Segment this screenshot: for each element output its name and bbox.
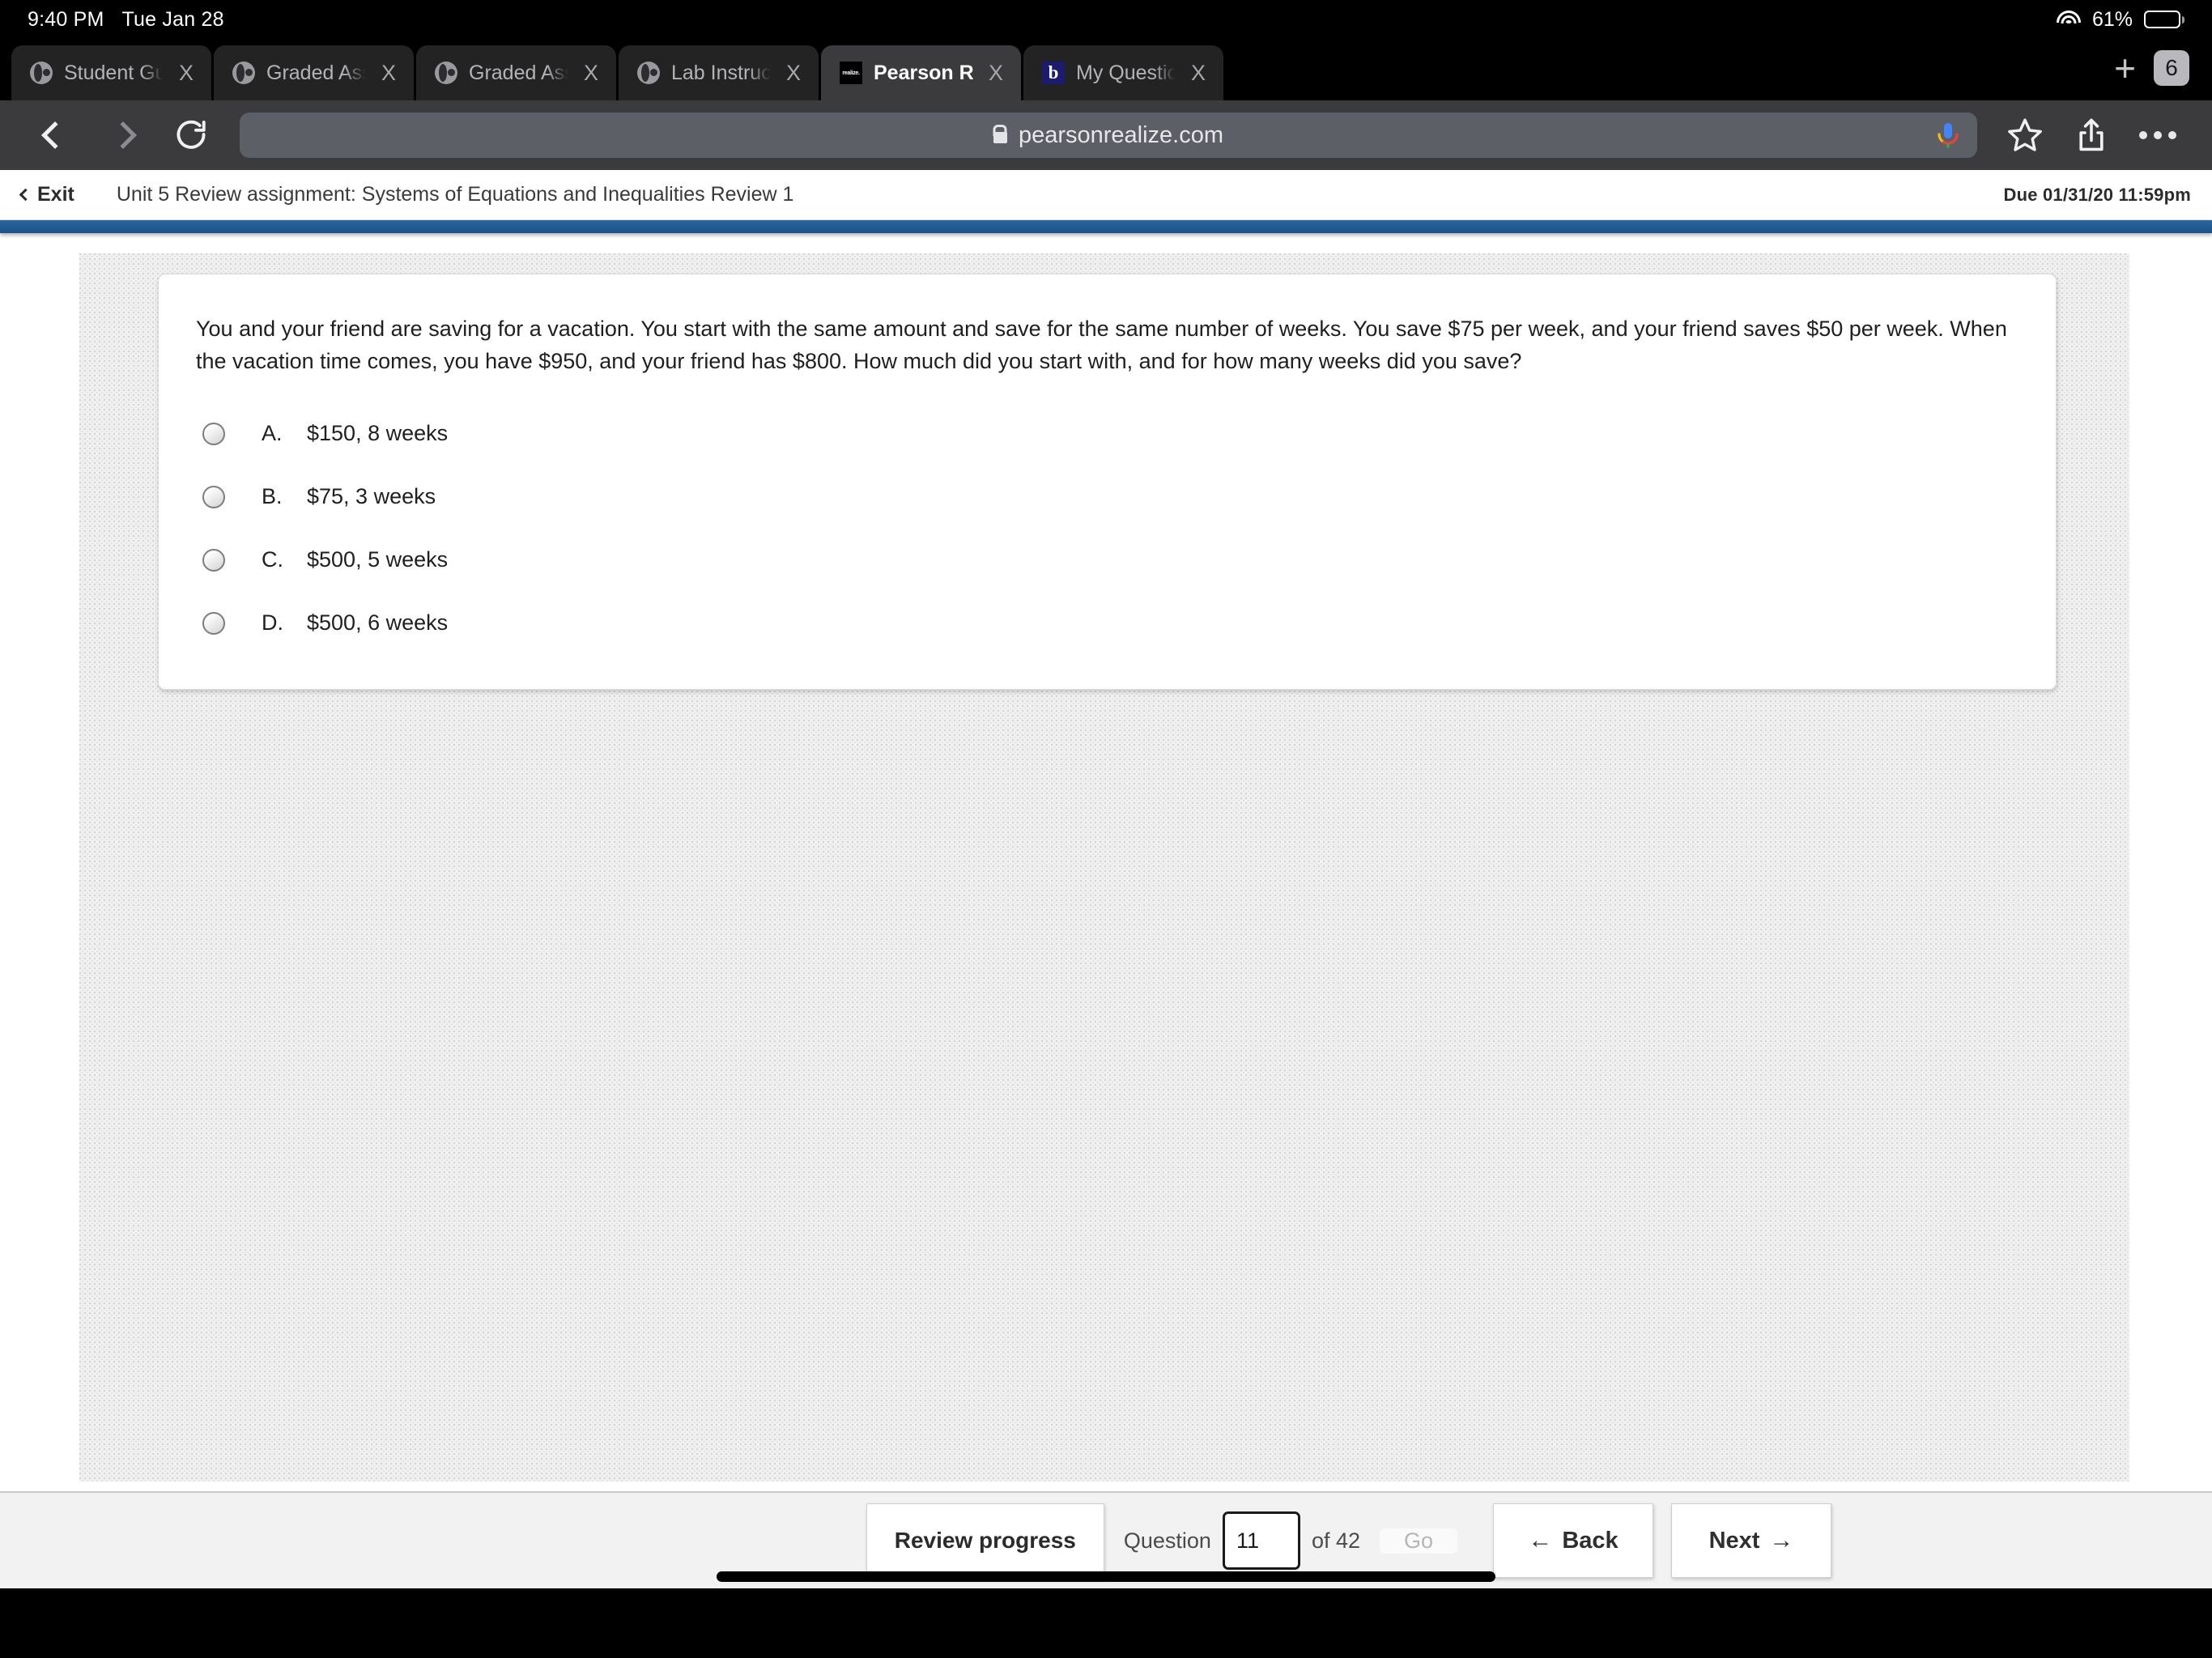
- arrow-right-icon: →: [1769, 1527, 1794, 1554]
- browser-tab-2[interactable]: Graded Assignment - X: [214, 45, 414, 100]
- choice-text: $75, 3 weeks: [307, 484, 436, 509]
- tab-title: Student Guide: Labor: [64, 61, 164, 84]
- status-time: 9:40 PM: [28, 7, 104, 31]
- question-number-input[interactable]: 11: [1222, 1511, 1300, 1570]
- globe-icon: [434, 61, 458, 85]
- choice-letter: A.: [262, 421, 283, 446]
- close-icon[interactable]: X: [579, 61, 603, 85]
- forward-button[interactable]: [92, 104, 154, 166]
- bottom-nav-group: Review progress Question 11 of 42 Go ← B…: [866, 1503, 1831, 1578]
- more-options-button[interactable]: [2128, 105, 2188, 165]
- content-area: You and your friend are saving for a vac…: [0, 233, 2212, 1491]
- tab-title: My Questions | bartle: [1076, 61, 1176, 84]
- close-icon[interactable]: X: [376, 61, 401, 85]
- next-question-button[interactable]: Next →: [1671, 1503, 1831, 1578]
- answer-choice-a[interactable]: A. $150, 8 weeks: [196, 402, 2018, 466]
- battery-percent-label: 61%: [2091, 7, 2133, 31]
- globe-icon: [29, 61, 53, 85]
- radio-button-d[interactable]: [202, 611, 225, 635]
- tab-title: Lab Instructions: [671, 61, 771, 84]
- close-icon[interactable]: X: [984, 61, 1008, 85]
- url-text: pearsonrealize.com: [1018, 121, 1224, 148]
- back-button[interactable]: [24, 104, 86, 166]
- google-mic-icon[interactable]: [1930, 117, 1966, 153]
- chevron-left-icon: [19, 188, 32, 202]
- reload-button[interactable]: [160, 104, 222, 166]
- radio-button-b[interactable]: [202, 485, 225, 508]
- bartleby-favicon-icon: b: [1041, 61, 1066, 85]
- globe-icon: [232, 61, 256, 85]
- question-prompt: You and your friend are saving for a vac…: [196, 317, 2007, 373]
- choice-letter: C.: [262, 547, 283, 572]
- question-jump-group: Question 11 of 42 Go: [1104, 1503, 1475, 1578]
- lock-icon: [993, 131, 1007, 143]
- status-bar-left: 9:40 PM Tue Jan 28: [28, 8, 224, 32]
- ios-status-bar: 9:40 PM Tue Jan 28 61%: [0, 0, 2212, 39]
- due-date-label: Due 01/31/20 11:59pm: [2003, 184, 2191, 205]
- bookmark-button[interactable]: [1995, 105, 2055, 165]
- close-icon[interactable]: X: [1186, 61, 1210, 85]
- radio-button-a[interactable]: [202, 422, 225, 445]
- more-dots-icon: [2139, 131, 2176, 139]
- exit-label: Exit: [37, 183, 74, 206]
- realize-favicon-icon: realize.: [839, 61, 863, 85]
- answer-choice-list: A. $150, 8 weeks B. $75, 3 weeks C. $500…: [196, 402, 2018, 655]
- exit-button[interactable]: Exit: [19, 183, 74, 206]
- browser-tab-4[interactable]: Lab Instructions X: [619, 45, 819, 100]
- assignment-header: Exit Unit 5 Review assignment: Systems o…: [0, 170, 2212, 220]
- share-button[interactable]: [2061, 105, 2121, 165]
- content-texture-background: You and your friend are saving for a vac…: [79, 253, 2129, 1482]
- next-label: Next: [1708, 1527, 1760, 1554]
- status-date: Tue Jan 28: [121, 7, 224, 31]
- choice-letter: B.: [262, 484, 283, 509]
- status-bar-right: 61%: [2056, 7, 2184, 32]
- browser-tab-6[interactable]: b My Questions | bartle X: [1023, 45, 1223, 100]
- back-question-button[interactable]: ← Back: [1493, 1503, 1653, 1578]
- wifi-icon: [2056, 11, 2081, 28]
- tab-title: Pearson Realize: [874, 61, 973, 84]
- browser-tab-3[interactable]: Graded Assignment A X: [416, 45, 616, 100]
- tab-list: Student Guide: Labor X Graded Assignment…: [11, 45, 2093, 100]
- question-card: You and your friend are saving for a vac…: [158, 274, 2057, 690]
- assignment-progress-bar: [0, 220, 2212, 233]
- tab-title: Graded Assignment A: [469, 61, 568, 84]
- arrow-left-icon: ←: [1528, 1527, 1553, 1554]
- browser-tab-1[interactable]: Student Guide: Labor X: [11, 45, 211, 100]
- assignment-bottom-bar: Review progress Question 11 of 42 Go ← B…: [0, 1491, 2212, 1588]
- go-button[interactable]: Go: [1380, 1528, 1457, 1554]
- share-icon: [2079, 118, 2104, 151]
- star-icon: [2008, 118, 2042, 151]
- question-total-label: of 42: [1311, 1528, 1360, 1553]
- browser-toolbar: pearsonrealize.com: [0, 100, 2212, 170]
- globe-icon: [636, 61, 661, 85]
- browser-tab-5-active[interactable]: realize. Pearson Realize X: [821, 45, 1021, 100]
- chevron-right-icon: [109, 121, 137, 149]
- close-icon[interactable]: X: [174, 61, 198, 85]
- page-title: Unit 5 Review assignment: Systems of Equ…: [116, 183, 794, 206]
- new-tab-button[interactable]: +: [2114, 49, 2136, 87]
- address-bar[interactable]: pearsonrealize.com: [240, 113, 1977, 158]
- close-icon[interactable]: X: [781, 61, 806, 85]
- radio-button-c[interactable]: [202, 548, 225, 572]
- choice-text: $500, 6 weeks: [307, 610, 449, 636]
- choice-text: $150, 8 weeks: [307, 421, 449, 446]
- battery-icon: [2144, 11, 2184, 28]
- back-label: Back: [1562, 1527, 1619, 1554]
- review-progress-button[interactable]: Review progress: [866, 1503, 1104, 1578]
- answer-choice-c[interactable]: C. $500, 5 weeks: [196, 529, 2018, 592]
- answer-choice-b[interactable]: B. $75, 3 weeks: [196, 466, 2018, 529]
- realize-favicon-label: realize.: [840, 62, 862, 84]
- tab-strip-actions: + 6: [2093, 49, 2201, 100]
- browser-tab-strip: Student Guide: Labor X Graded Assignment…: [0, 39, 2212, 100]
- tab-count-badge[interactable]: 6: [2154, 50, 2189, 86]
- answer-choice-d[interactable]: D. $500, 6 weeks: [196, 592, 2018, 655]
- reload-icon: [177, 120, 206, 149]
- choice-letter: D.: [262, 610, 283, 636]
- home-indicator: [717, 1571, 1495, 1582]
- tab-title: Graded Assignment -: [266, 61, 366, 84]
- question-label: Question: [1123, 1528, 1211, 1553]
- chevron-left-icon: [41, 121, 69, 149]
- choice-text: $500, 5 weeks: [307, 547, 449, 572]
